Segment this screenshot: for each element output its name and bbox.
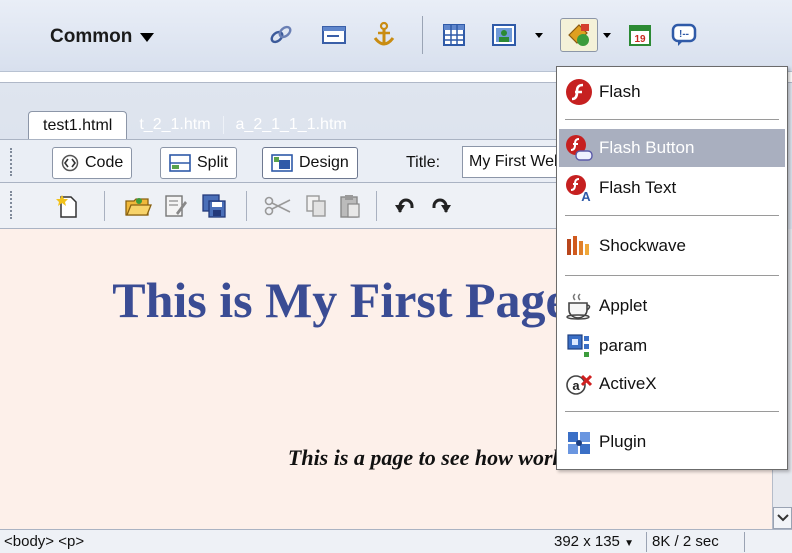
menu-item-param[interactable]: param bbox=[559, 327, 785, 365]
tag-selector[interactable]: <body> <p> bbox=[4, 533, 84, 550]
email-link-icon[interactable] bbox=[318, 18, 350, 52]
status-separator bbox=[744, 532, 745, 552]
window-size[interactable]: 392 x 135 ▼ bbox=[554, 533, 634, 550]
image-menu-arrow[interactable] bbox=[534, 18, 544, 52]
window-size-label: 392 x 135 bbox=[554, 533, 620, 550]
named-anchor-icon[interactable] bbox=[368, 18, 400, 52]
design-view-label: Design bbox=[299, 154, 349, 171]
menu-item-flash[interactable]: Flash bbox=[559, 73, 785, 111]
menu-item-label: Flash Text bbox=[599, 178, 677, 197]
applet-icon bbox=[559, 289, 599, 323]
menu-item-flash-text[interactable]: A Flash Text bbox=[559, 169, 785, 207]
page-heading[interactable]: This is My First Page bbox=[80, 269, 600, 331]
code-view-icon bbox=[61, 154, 79, 172]
status-separator bbox=[646, 532, 647, 552]
document-tabs: test1.html t_2_1.htm a_2_1_1_1.htm bbox=[28, 109, 359, 139]
menu-item-label: Flash Button bbox=[599, 138, 695, 157]
menu-separator bbox=[565, 275, 779, 276]
split-view-button[interactable]: Split bbox=[160, 147, 238, 179]
media-icon[interactable] bbox=[560, 18, 598, 52]
title-input[interactable]: My First Web Page bbox=[462, 146, 562, 178]
open-folder-icon[interactable] bbox=[124, 192, 152, 220]
svg-text:a: a bbox=[572, 378, 580, 393]
tab-t-2-1[interactable]: t_2_1.htm bbox=[127, 111, 222, 139]
param-icon bbox=[559, 329, 599, 363]
insert-bar: Common 19 !-- bbox=[0, 0, 792, 72]
chevron-down-icon bbox=[776, 514, 789, 522]
menu-item-label: param bbox=[599, 336, 648, 355]
chevron-down-icon bbox=[140, 32, 155, 42]
toolbar-grip[interactable] bbox=[10, 148, 14, 176]
svg-text:19: 19 bbox=[634, 34, 646, 45]
activex-icon: a bbox=[559, 367, 599, 401]
tab-a-2-1-1-1[interactable]: a_2_1_1_1.htm bbox=[224, 111, 359, 139]
code-view-label: Code bbox=[85, 154, 124, 171]
design-view-icon bbox=[271, 154, 293, 172]
menu-separator bbox=[565, 411, 779, 412]
menu-item-label: Flash bbox=[599, 82, 641, 101]
media-dropdown-menu: Flash Flash Button A Flash Text Shockwav… bbox=[556, 66, 788, 470]
menu-item-label: Plugin bbox=[599, 432, 647, 451]
hyperlink-icon[interactable] bbox=[265, 18, 297, 52]
shockwave-icon bbox=[559, 229, 599, 263]
title-label: Title: bbox=[406, 154, 441, 171]
table-icon[interactable] bbox=[438, 18, 470, 52]
chevron-down-icon: ▼ bbox=[624, 538, 634, 549]
media-menu-arrow[interactable] bbox=[602, 18, 612, 52]
toolbar-grip[interactable] bbox=[10, 191, 14, 219]
undo-icon[interactable] bbox=[392, 192, 420, 220]
flash-icon bbox=[559, 75, 599, 109]
menu-item-plugin[interactable]: Plugin bbox=[559, 423, 785, 461]
plugin-icon bbox=[559, 425, 599, 459]
comment-icon[interactable]: !-- bbox=[668, 18, 700, 52]
chevron-down-icon bbox=[603, 32, 611, 38]
menu-item-flash-button[interactable]: Flash Button bbox=[559, 129, 785, 167]
flash-button-icon bbox=[559, 131, 599, 165]
toolbar-separator bbox=[376, 191, 377, 221]
flash-text-icon: A bbox=[559, 171, 599, 205]
menu-separator bbox=[565, 215, 779, 216]
redo-icon[interactable] bbox=[426, 192, 454, 220]
toolbar-separator bbox=[246, 191, 247, 221]
svg-text:A: A bbox=[581, 189, 591, 203]
menu-item-activex[interactable]: a ActiveX bbox=[559, 365, 785, 403]
toolbar-separator bbox=[104, 191, 105, 221]
cut-icon[interactable] bbox=[264, 192, 292, 220]
standard-toolbar bbox=[0, 183, 560, 229]
date-icon[interactable]: 19 bbox=[624, 18, 656, 52]
image-icon[interactable] bbox=[488, 18, 520, 52]
category-label: Common bbox=[50, 26, 133, 47]
menu-separator bbox=[565, 119, 779, 120]
menu-item-applet[interactable]: Applet bbox=[559, 287, 785, 325]
toolbar-separator bbox=[422, 16, 423, 54]
save-all-icon[interactable] bbox=[200, 192, 228, 220]
chevron-down-icon bbox=[535, 32, 543, 38]
menu-item-label: ActiveX bbox=[599, 374, 657, 393]
category-dropdown[interactable]: Common bbox=[50, 26, 155, 48]
document-toolbar: Code Split Design Title: My First Web Pa… bbox=[0, 139, 562, 183]
code-view-button[interactable]: Code bbox=[52, 147, 133, 179]
download-stats: 8K / 2 sec bbox=[652, 533, 719, 550]
menu-item-label: Applet bbox=[599, 296, 648, 315]
status-bar: <body> <p> 392 x 135 ▼ 8K / 2 sec bbox=[0, 529, 792, 553]
tab-test1[interactable]: test1.html bbox=[28, 111, 128, 139]
menu-item-label: Shockwave bbox=[599, 236, 686, 255]
copy-icon[interactable] bbox=[302, 192, 330, 220]
paste-icon[interactable] bbox=[336, 192, 364, 220]
edit-document-icon[interactable] bbox=[162, 192, 190, 220]
design-view-button[interactable]: Design bbox=[262, 147, 358, 179]
menu-item-shockwave[interactable]: Shockwave bbox=[559, 227, 785, 265]
svg-text:!--: !-- bbox=[679, 29, 689, 40]
scroll-down-button[interactable] bbox=[773, 507, 792, 529]
new-document-icon[interactable] bbox=[54, 192, 82, 220]
split-view-icon bbox=[169, 154, 191, 172]
split-view-label: Split bbox=[197, 154, 229, 171]
